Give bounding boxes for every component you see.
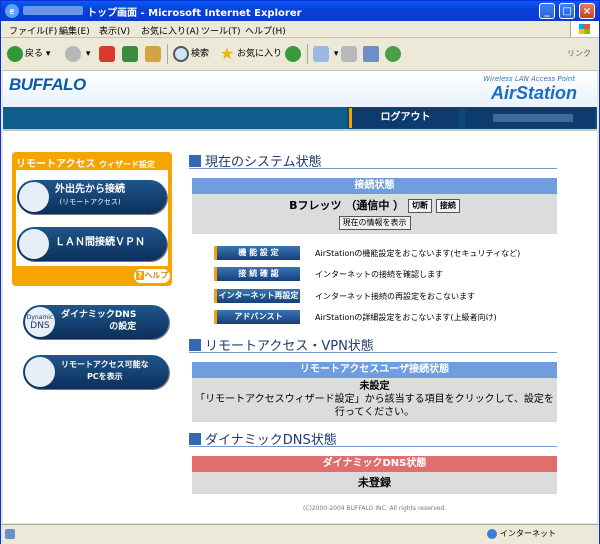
search-label: 検索 [191, 49, 210, 59]
stop-button[interactable] [99, 45, 117, 63]
title-bar[interactable]: e トップ画面 - Microsoft Internet Explorer _ … [1, 1, 599, 21]
copyright: (C)2000-2004 BUFFALO INC. All rights res… [303, 505, 447, 512]
browser-window: e トップ画面 - Microsoft Internet Explorer _ … [0, 0, 600, 544]
maximize-button[interactable]: □ [559, 3, 575, 19]
close-button[interactable]: × [579, 3, 595, 19]
internet-reset-button[interactable]: インターネット再設定 [214, 289, 300, 303]
security-zone: インターネット [487, 528, 556, 539]
back-arrow-icon [7, 45, 23, 62]
connection-status-header: 接続状態 [192, 178, 557, 194]
nav-bar: ログアウト [3, 107, 597, 129]
product-subtitle: Wireless LAN Access Point [483, 75, 575, 83]
status-bar: インターネット [1, 524, 599, 544]
logout-button[interactable]: ログアウト [349, 108, 459, 128]
menu-tools[interactable]: ツール(T) [201, 24, 241, 37]
buffalo-logo: BUFFALO [9, 75, 86, 94]
minimize-button[interactable]: _ [539, 3, 555, 19]
stop-icon [99, 45, 115, 62]
remote-status-box: 未設定 「リモートアクセスウィザード設定」から該当する項目をクリックして、設定を… [192, 378, 557, 422]
menu-bar: ファイル(F) 編集(E) 表示(V) お気に入り(A) ツール(T) ヘルプ(… [1, 21, 599, 38]
function-settings-button[interactable]: 機 能 設 定 [214, 246, 300, 260]
page-icon [5, 529, 15, 539]
internet-reset-desc: インターネット接続の再設定をおこないます [315, 292, 475, 301]
page-content: BUFFALO Wireless LAN Access Point AirSta… [3, 71, 597, 523]
toolbar: 戻る ▾ ▾ 検索 ★ お気に入り ▾ リンク [1, 38, 599, 71]
ddns-setting-button[interactable]: Dynamic DNS ダイナミックDNS の設定 [23, 305, 169, 339]
windows-flag-icon [570, 21, 599, 37]
mail-button[interactable]: ▾ [313, 45, 338, 63]
ddns-status-value: 未登録 [192, 472, 557, 494]
disconnect-button[interactable]: 切断 [408, 199, 433, 213]
menu-view[interactable]: 表示(V) [99, 24, 130, 37]
remote-user-status-header: リモートアクセスユーザ接続状態 [192, 362, 557, 378]
history-button[interactable] [285, 45, 303, 63]
connection-name: Bフレッツ [289, 199, 342, 212]
menu-file[interactable]: ファイル(F) [9, 24, 57, 37]
building-icon [19, 229, 49, 259]
laptop-icon [19, 182, 49, 212]
favorites-button[interactable]: ★ お気に入り [219, 45, 282, 63]
title-blurred-text [23, 6, 83, 15]
lan-vpn-button[interactable]: ＬＡＮ間接続ＶＰＮ [17, 227, 167, 261]
messenger-button[interactable] [385, 45, 403, 63]
edit-window-icon [363, 45, 379, 62]
refresh-button[interactable] [122, 45, 140, 63]
connection-check-desc: インターネットの接続を確認します [315, 270, 443, 279]
connection-check-button[interactable]: 接 続 確 認 [214, 267, 300, 281]
ddns-status-header: ダイナミックDNS状態 [192, 456, 557, 472]
home-button[interactable] [145, 45, 163, 63]
menu-help[interactable]: ヘルプ(H) [245, 24, 286, 37]
forward-arrow-icon [65, 45, 81, 62]
print-button[interactable] [341, 45, 359, 63]
nav-blurred-item [465, 108, 595, 128]
connection-status-box: Bフレッツ （通信中 ） 切断 接続 現在の情報を表示 [192, 194, 557, 234]
advanced-button[interactable]: アドバンスト [214, 310, 300, 324]
advanced-desc: AirStationの詳細設定をおこないます(上級者向け) [315, 313, 497, 322]
laptop-icon [25, 357, 55, 387]
connect-button[interactable]: 接続 [435, 199, 460, 213]
toolbar-separator [167, 44, 168, 64]
function-settings-desc: AirStationの機能設定をおこないます(セキュリティなど) [315, 249, 521, 258]
remote-status-value: 未設定 [359, 381, 390, 392]
window-title: トップ画面 - Microsoft Internet Explorer [87, 8, 302, 19]
dynamic-dns-icon: Dynamic DNS [25, 307, 55, 337]
search-icon [173, 45, 189, 62]
globe-icon [487, 528, 497, 539]
help-button[interactable]: ? ヘルプ [134, 269, 170, 283]
menu-favorites[interactable]: お気に入り(A) [141, 24, 199, 37]
ie-logo-icon: e [5, 4, 19, 18]
airstation-logo: AirStation [490, 83, 577, 103]
menu-edit[interactable]: 編集(E) [59, 24, 90, 37]
mail-icon [313, 45, 329, 62]
connection-state: （通信中 ） [345, 199, 405, 212]
outside-connect-button[interactable]: 外出先から接続 (リモートアクセス) [17, 180, 167, 214]
forward-button[interactable]: ▾ [65, 45, 90, 63]
printer-icon [341, 45, 357, 62]
history-icon [285, 45, 301, 62]
back-label: 戻る [25, 49, 44, 59]
messenger-icon [385, 45, 401, 62]
remote-status-message-2: 行ってください。 [334, 407, 415, 418]
show-remote-pc-button[interactable]: リモートアクセス可能な PCを表示 [23, 355, 169, 389]
search-button[interactable]: 検索 [173, 45, 209, 63]
header-banner: BUFFALO Wireless LAN Access Point AirSta… [3, 71, 597, 107]
links-label[interactable]: リンク [567, 48, 591, 59]
remote-wizard-title: リモートアクセス ウィザード設定 [16, 159, 155, 170]
back-button[interactable]: 戻る ▾ [7, 45, 50, 63]
favorites-label: お気に入り [237, 49, 283, 59]
remote-access-wizard-panel: リモートアクセス ウィザード設定 ? ヘルプ [12, 152, 172, 286]
remote-status-message-1: 「リモートアクセスウィザード設定」から該当する項目をクリックして、設定を [195, 394, 554, 405]
edit-button[interactable] [363, 45, 381, 63]
toolbar-separator [307, 44, 308, 64]
star-icon: ★ [219, 43, 235, 63]
home-icon [145, 45, 161, 62]
show-info-button[interactable]: 現在の情報を表示 [338, 216, 411, 230]
refresh-icon [122, 45, 138, 62]
